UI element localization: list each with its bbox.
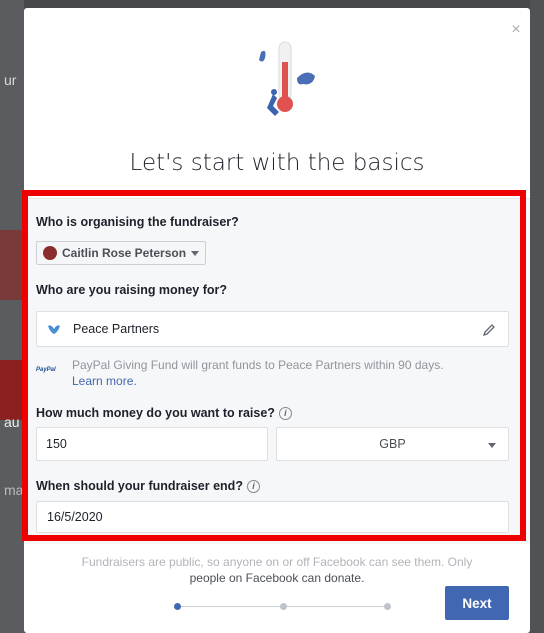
currency-value: GBP bbox=[379, 437, 406, 451]
fundraiser-thermometer-illustration bbox=[259, 41, 315, 116]
background-image bbox=[0, 230, 24, 300]
amount-input[interactable]: 150 bbox=[36, 427, 268, 461]
step-dot-1 bbox=[174, 603, 181, 610]
paypal-note: PayPal PayPal Giving Fund will grant fun… bbox=[36, 357, 506, 389]
end-date-label-text: When should your fundraiser end? bbox=[36, 479, 243, 493]
beneficiary-name: Peace Partners bbox=[73, 322, 160, 336]
close-icon[interactable]: × bbox=[508, 22, 524, 38]
dialog-title: Let's start with the basics bbox=[129, 150, 425, 176]
background-text: ur bbox=[4, 72, 17, 88]
organiser-name: Caitlin Rose Peterson bbox=[62, 246, 187, 260]
step-dot-3 bbox=[384, 603, 391, 610]
avatar bbox=[43, 246, 57, 260]
background-right-strip bbox=[530, 0, 544, 633]
organiser-label: Who is organising the fundraiser? bbox=[36, 215, 239, 229]
fundraiser-form: Who is organising the fundraiser? Caitli… bbox=[24, 198, 530, 544]
organiser-selector[interactable]: Caitlin Rose Peterson bbox=[36, 241, 207, 265]
scrollbar[interactable] bbox=[520, 211, 526, 536]
pencil-icon[interactable] bbox=[482, 323, 496, 337]
end-date-label: When should your fundraiser end? i bbox=[36, 479, 260, 494]
beneficiary-field[interactable]: Peace Partners bbox=[36, 311, 509, 347]
background-left-strip bbox=[0, 0, 24, 633]
step-dot-2 bbox=[280, 603, 287, 610]
info-icon[interactable]: i bbox=[246, 480, 260, 494]
currency-select[interactable]: GBP bbox=[276, 427, 509, 461]
privacy-note-line-2: people on Facebook can donate. bbox=[189, 571, 365, 585]
beneficiary-label: Who are you raising money for? bbox=[36, 283, 227, 297]
paypal-logo: PayPal bbox=[36, 367, 56, 373]
end-date-input[interactable]: 16/5/2020 bbox=[36, 501, 509, 533]
learn-more-link[interactable]: Learn more. bbox=[72, 374, 137, 388]
charity-logo-icon bbox=[48, 325, 60, 334]
privacy-note-line-1: Fundraisers are public, so anyone on or … bbox=[81, 555, 473, 569]
next-button[interactable]: Next bbox=[445, 586, 509, 620]
create-fundraiser-dialog: × Let's start with the basics Who is org… bbox=[24, 8, 530, 633]
info-icon[interactable]: i bbox=[278, 407, 292, 421]
amount-label: How much money do you want to raise? i bbox=[36, 406, 292, 421]
caret-down-icon bbox=[191, 250, 200, 256]
background-text: ma bbox=[4, 482, 24, 498]
amount-value: 150 bbox=[46, 437, 67, 451]
privacy-note: Fundraisers are public, so anyone on or … bbox=[24, 554, 530, 586]
amount-label-text: How much money do you want to raise? bbox=[36, 406, 275, 420]
background-text: au bbox=[4, 414, 20, 430]
end-date-value: 16/5/2020 bbox=[47, 510, 103, 524]
paypal-note-text: PayPal Giving Fund will grant funds to P… bbox=[72, 358, 444, 372]
background-image bbox=[0, 360, 24, 420]
caret-down-icon bbox=[488, 443, 496, 448]
step-indicator bbox=[174, 602, 392, 612]
